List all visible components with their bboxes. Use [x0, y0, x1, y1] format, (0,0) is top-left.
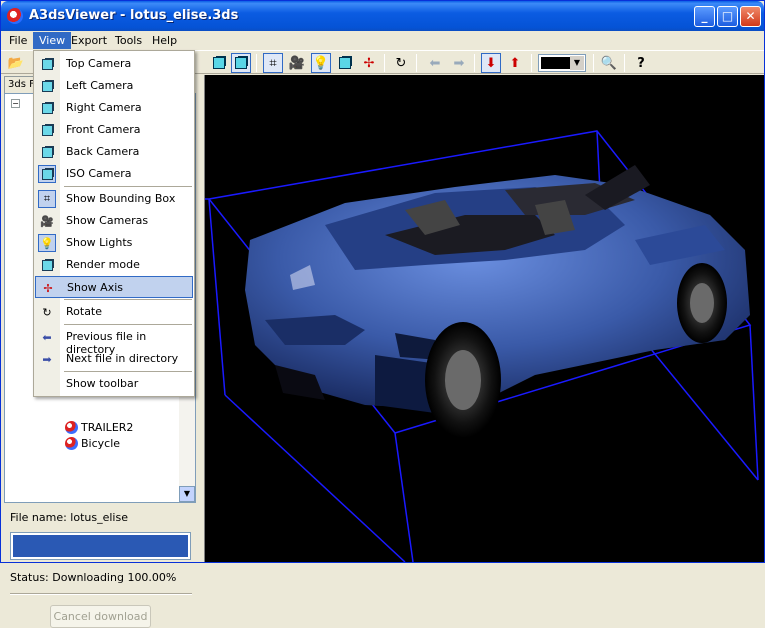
toolbar-axis-button[interactable]: ✢: [359, 53, 379, 73]
app-icon: [7, 8, 23, 24]
bounding-box-icon: ⌗: [38, 190, 56, 208]
scene-render: [205, 130, 759, 562]
file-name-label: File name: lotus_elise: [10, 511, 128, 524]
menu-tools[interactable]: Tools: [109, 32, 148, 49]
camera-cube-icon: [38, 77, 56, 95]
camera-cube-icon: [38, 143, 56, 161]
menu-item-show-lights[interactable]: 💡 Show Lights: [35, 232, 193, 254]
menu-bar: File View Export Tools Help: [1, 31, 764, 50]
menu-item-show-toolbar[interactable]: Show toolbar: [35, 373, 193, 395]
3d-viewport[interactable]: [204, 75, 764, 562]
render-cube-icon: [38, 256, 56, 274]
toolbar-download-button[interactable]: ⬇: [481, 53, 501, 73]
menu-item-back-camera[interactable]: Back Camera: [35, 141, 193, 163]
tree-item-label: Bicycle: [81, 436, 121, 450]
arrow-left-icon: ⬅: [42, 330, 52, 344]
scroll-down-icon[interactable]: ▼: [179, 486, 195, 502]
camera-cube-icon: [38, 55, 56, 73]
download-progress-bar: [10, 532, 191, 560]
color-swatch: [541, 57, 571, 69]
toolbar-upload-button[interactable]: ⬆: [505, 53, 525, 73]
menu-item-rotate[interactable]: ↻ Rotate: [35, 301, 193, 323]
divider: [10, 593, 192, 595]
camera-cube-icon: [38, 99, 56, 117]
menu-help[interactable]: Help: [146, 32, 183, 49]
menu-item-top-camera[interactable]: Top Camera: [35, 53, 193, 75]
menu-item-show-cameras[interactable]: 🎥 Show Cameras: [35, 210, 193, 232]
view-menu-dropdown: Top Camera Left Camera Right Camera Fron…: [33, 50, 195, 397]
toolbar-rotate-button[interactable]: ↻: [391, 53, 411, 73]
toolbar-iso-camera-active-button[interactable]: [231, 53, 251, 73]
arrow-right-icon: ➡: [42, 352, 52, 366]
toolbar-bounding-box-button[interactable]: ⌗: [263, 53, 283, 73]
axis-icon: ✢: [43, 281, 53, 295]
rotate-icon: ↻: [42, 305, 52, 319]
menu-item-iso-camera[interactable]: ISO Camera: [35, 163, 193, 185]
window-title: A3dsViewer - lotus_elise.3ds: [29, 8, 239, 23]
lightbulb-icon: 💡: [38, 234, 56, 252]
background-color-select[interactable]: ▼: [538, 54, 586, 72]
title-bar[interactable]: A3dsViewer - lotus_elise.3ds _ □ ✕: [1, 1, 764, 31]
menu-item-show-axis[interactable]: ✢ Show Axis: [35, 276, 193, 298]
model-file-icon: [65, 420, 78, 434]
progress-fill: [13, 535, 188, 557]
tree-expander[interactable]: −: [11, 99, 20, 108]
toolbar-cameras-button[interactable]: 🎥: [287, 53, 307, 73]
cancel-download-button[interactable]: Cancel download: [50, 605, 151, 628]
camera-cube-icon: [38, 121, 56, 139]
menu-export[interactable]: Export: [65, 32, 113, 49]
app-window: A3dsViewer - lotus_elise.3ds _ □ ✕ File …: [0, 0, 765, 628]
camera-icon: 🎥: [40, 214, 54, 228]
tree-item-label: TRAILER2: [81, 420, 134, 434]
toolbar-next-file-button[interactable]: ➡: [449, 53, 469, 73]
maximize-button[interactable]: □: [717, 6, 738, 27]
toolbar-render-mode-button[interactable]: [335, 53, 355, 73]
minimize-button[interactable]: _: [694, 6, 715, 27]
toolbar-about-button[interactable]: 🔍: [599, 53, 619, 73]
tree-item[interactable]: Bicycle: [65, 435, 120, 451]
model-file-icon: [65, 436, 78, 450]
toolbar-icon: [38, 375, 56, 393]
menu-item-front-camera[interactable]: Front Camera: [35, 119, 193, 141]
toolbar-help-button[interactable]: ?: [631, 53, 651, 73]
camera-cube-icon: [38, 165, 56, 183]
menu-item-previous-file[interactable]: ⬅ Previous file in directory: [35, 326, 193, 356]
tree-item[interactable]: TRAILER2: [65, 419, 133, 435]
menu-item-next-file[interactable]: ➡ Next file in directory: [35, 348, 193, 370]
close-button[interactable]: ✕: [740, 6, 761, 27]
menu-item-left-camera[interactable]: Left Camera: [35, 75, 193, 97]
menu-item-right-camera[interactable]: Right Camera: [35, 97, 193, 119]
status-label: Status: Downloading 100.00%: [10, 571, 177, 584]
chevron-down-icon: ▼: [570, 56, 584, 70]
menu-file[interactable]: File: [3, 32, 33, 49]
menu-item-show-bounding-box[interactable]: ⌗ Show Bounding Box: [35, 188, 193, 210]
toolbar-iso-camera-button[interactable]: [209, 53, 229, 73]
car-model: [245, 165, 750, 438]
toolbar-lights-button[interactable]: 💡: [311, 53, 331, 73]
toolbar-previous-file-button[interactable]: ⬅: [425, 53, 445, 73]
open-folder-icon[interactable]: 📂: [6, 53, 26, 73]
menu-item-render-mode[interactable]: Render mode: [35, 254, 193, 276]
